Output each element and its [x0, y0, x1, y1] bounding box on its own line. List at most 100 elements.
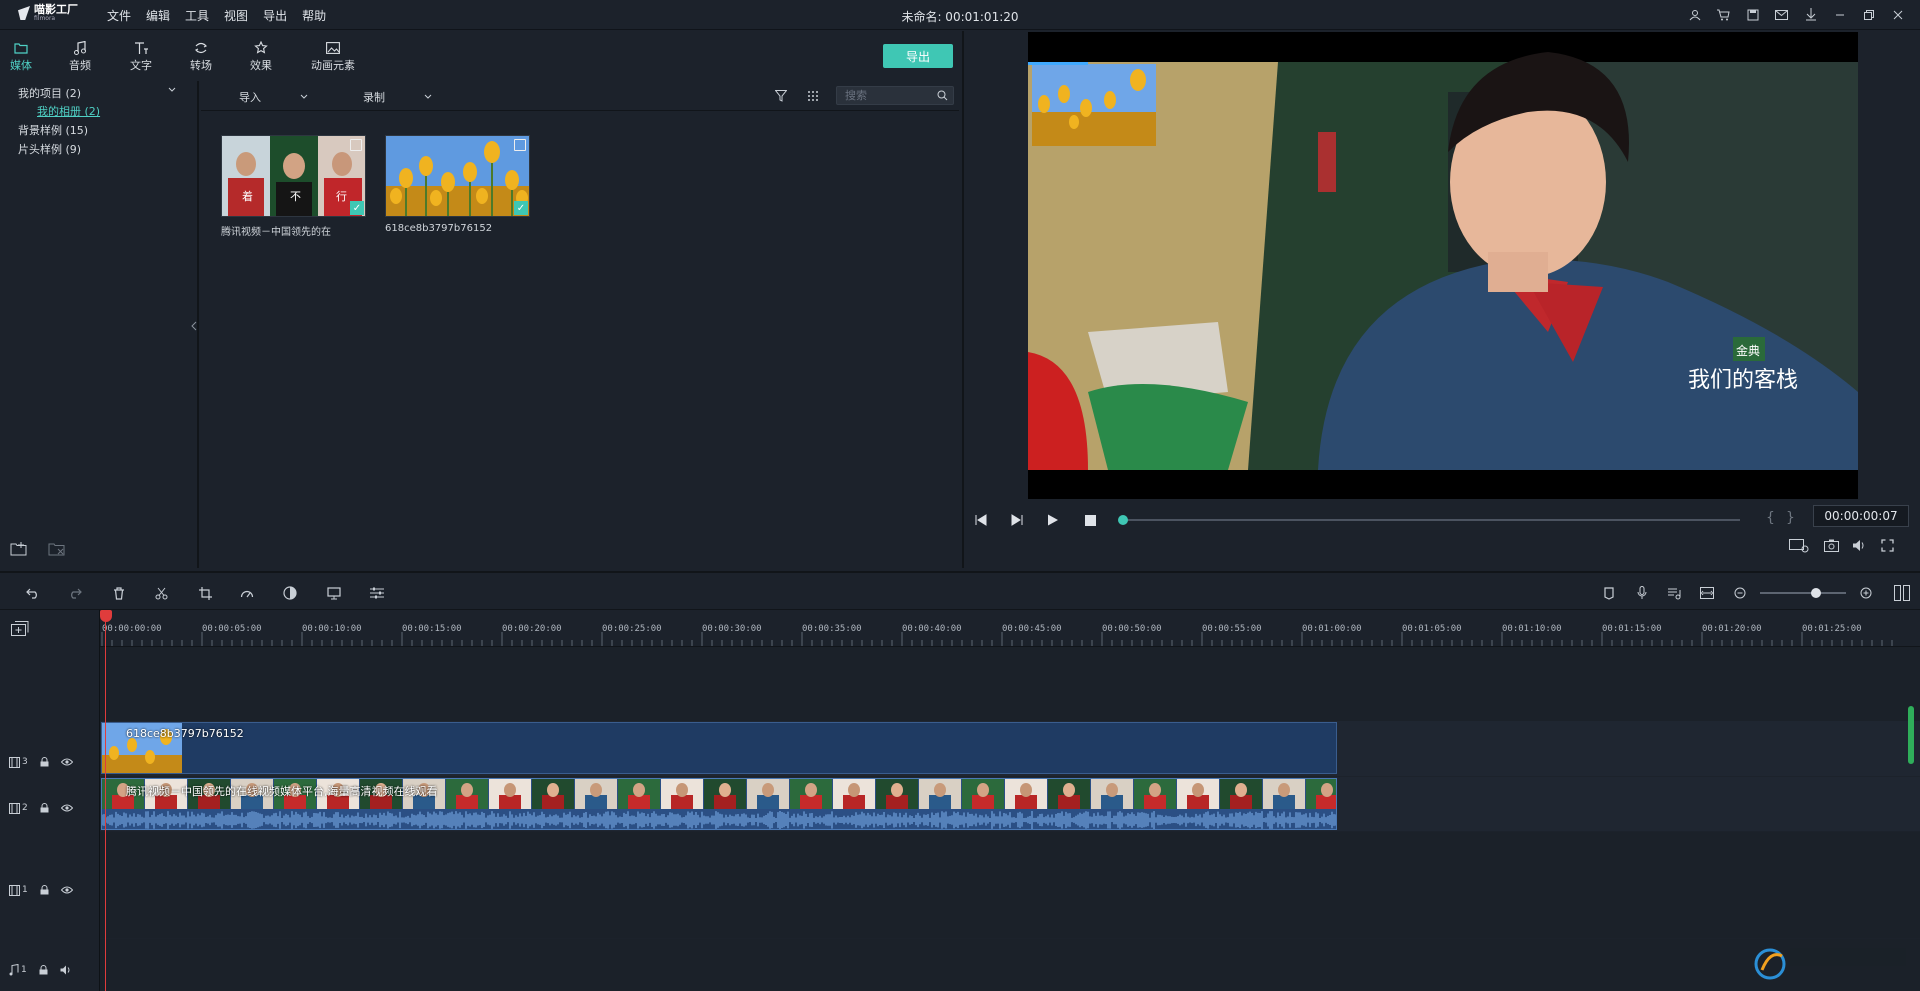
- display-settings-icon[interactable]: [1789, 539, 1809, 553]
- restore-icon[interactable]: [1860, 6, 1877, 23]
- tree-item-my-project[interactable]: 我的项目 (2): [18, 85, 81, 101]
- tab-effects[interactable]: 效果: [236, 39, 286, 73]
- filmstrip-frame: [618, 779, 660, 809]
- record-dropdown[interactable]: 录制: [363, 89, 433, 105]
- media-thumbnail-image[interactable]: ✓: [385, 135, 530, 217]
- music-note-icon: [55, 39, 105, 57]
- lock-icon[interactable]: [39, 965, 48, 975]
- effects-icon: [236, 39, 286, 57]
- speed-icon[interactable]: [238, 584, 256, 602]
- zoom-slider[interactable]: [1760, 592, 1846, 594]
- volume-icon[interactable]: [60, 965, 72, 975]
- minimize-icon[interactable]: [1831, 6, 1848, 23]
- playhead-handle[interactable]: [100, 610, 112, 622]
- timeline-ruler[interactable]: 00:00:00:00 00:00:05:00 00:00:10:00 00:00:1…: [100, 610, 1920, 647]
- delete-icon[interactable]: [110, 584, 128, 602]
- cut-icon[interactable]: [152, 584, 170, 602]
- undo-icon[interactable]: [24, 584, 42, 602]
- delete-folder-icon[interactable]: [48, 541, 66, 556]
- snapshot-icon[interactable]: [1824, 539, 1839, 552]
- filmstrip-frame: [575, 779, 617, 809]
- ruler-tick-label: 00:00:05:00: [202, 624, 262, 634]
- ruler-tick-label: 00:00:25:00: [602, 624, 662, 634]
- eye-icon[interactable]: [60, 758, 73, 766]
- ruler-tick-label: 00:00:45:00: [1002, 624, 1062, 634]
- mail-icon[interactable]: [1773, 6, 1790, 23]
- panel-toggle-icon[interactable]: [1893, 584, 1911, 602]
- tab-elements[interactable]: 动画元素: [308, 39, 358, 73]
- filmstrip-frame: [1220, 779, 1262, 809]
- audio-mixer-icon[interactable]: [1665, 584, 1683, 602]
- checkmark-icon: ✓: [350, 201, 364, 215]
- chevron-down-icon[interactable]: [167, 85, 177, 95]
- folder-icon: [0, 39, 46, 57]
- account-icon[interactable]: [1686, 6, 1703, 23]
- tree-item-my-album[interactable]: 我的相册 (2): [37, 103, 100, 119]
- filmstrip-frame: [876, 779, 918, 809]
- redo-icon[interactable]: [66, 584, 84, 602]
- track-audio-1[interactable]: [100, 939, 1920, 991]
- save-icon[interactable]: [1744, 6, 1761, 23]
- mark-in-icon[interactable]: {: [1766, 510, 1775, 526]
- marker-icon[interactable]: [1600, 584, 1618, 602]
- collapse-panel-icon[interactable]: [191, 321, 197, 331]
- search-icon[interactable]: [937, 90, 948, 101]
- ruler-tick-label: 00:00:10:00: [302, 624, 362, 634]
- track-video-1[interactable]: [100, 832, 1920, 938]
- tree-item-intros[interactable]: 片头样例 (9): [18, 141, 81, 157]
- adjust-icon[interactable]: [368, 584, 386, 602]
- tab-media-label: 媒体: [10, 59, 32, 72]
- tab-audio[interactable]: 音频: [55, 39, 105, 73]
- svg-text:行: 行: [336, 190, 347, 203]
- color-icon[interactable]: [281, 584, 299, 602]
- new-folder-icon[interactable]: [10, 541, 28, 556]
- stop-icon[interactable]: [1085, 515, 1096, 526]
- volume-icon[interactable]: [1852, 539, 1866, 552]
- fit-timeline-icon[interactable]: [1698, 584, 1716, 602]
- timeline-scrollbar[interactable]: [1908, 706, 1914, 764]
- green-screen-icon[interactable]: [325, 584, 343, 602]
- tab-transitions[interactable]: 转场: [176, 39, 226, 73]
- tab-media[interactable]: 媒体: [0, 39, 46, 73]
- download-icon[interactable]: [1802, 6, 1819, 23]
- lock-icon[interactable]: [40, 885, 49, 895]
- fullscreen-icon[interactable]: [1881, 539, 1894, 552]
- timeline-clip-video[interactable]: 腾讯视频－中国领先的在线视频媒体平台,海量高清视频在线观看: [101, 778, 1337, 830]
- zoom-slider-handle[interactable]: [1810, 588, 1821, 598]
- zoom-in-icon[interactable]: [1857, 584, 1875, 602]
- playback-progress-handle[interactable]: [1118, 515, 1128, 525]
- filter-icon[interactable]: [775, 90, 787, 102]
- step-forward-icon[interactable]: [1010, 514, 1024, 526]
- import-dropdown[interactable]: 导入: [239, 89, 309, 105]
- export-button[interactable]: 导出: [883, 44, 953, 68]
- tree-item-backgrounds[interactable]: 背景样例 (15): [18, 122, 88, 138]
- timeline-clip-image[interactable]: 618ce8b3797b76152: [101, 722, 1337, 774]
- tab-elements-label: 动画元素: [311, 59, 355, 72]
- cart-icon[interactable]: [1715, 6, 1732, 23]
- close-icon[interactable]: [1889, 6, 1906, 23]
- zoom-out-icon[interactable]: [1731, 584, 1749, 602]
- tab-text-label: 文字: [130, 59, 152, 72]
- media-thumbnail-video[interactable]: 着 不 行 ✓: [221, 135, 366, 217]
- eye-icon[interactable]: [60, 886, 73, 894]
- step-back-icon[interactable]: [974, 514, 988, 526]
- mark-out-icon[interactable]: }: [1786, 510, 1795, 526]
- play-icon[interactable]: [1047, 514, 1059, 526]
- filmstrip-frame: [747, 779, 789, 809]
- tab-audio-label: 音频: [69, 59, 91, 72]
- playback-progress-track[interactable]: [1122, 519, 1740, 521]
- eye-icon[interactable]: [60, 804, 73, 812]
- crop-icon[interactable]: [196, 584, 214, 602]
- checkmark-icon: ✓: [514, 201, 528, 215]
- folder-tree: 我的项目 (2) 我的相册 (2) 背景样例 (15) 片头样例 (9): [0, 81, 199, 568]
- filmstrip-frame: [661, 779, 703, 809]
- add-track-icon[interactable]: [11, 621, 29, 636]
- preview-screen[interactable]: 我们的客栈 金典: [1028, 32, 1858, 499]
- preview-brand: 金典: [1736, 343, 1760, 358]
- microphone-icon[interactable]: [1633, 584, 1651, 602]
- grid-view-icon[interactable]: [807, 90, 819, 102]
- tab-text[interactable]: 文字: [116, 39, 166, 73]
- playhead-line[interactable]: [105, 614, 106, 991]
- lock-icon[interactable]: [40, 757, 49, 767]
- lock-icon[interactable]: [40, 803, 49, 813]
